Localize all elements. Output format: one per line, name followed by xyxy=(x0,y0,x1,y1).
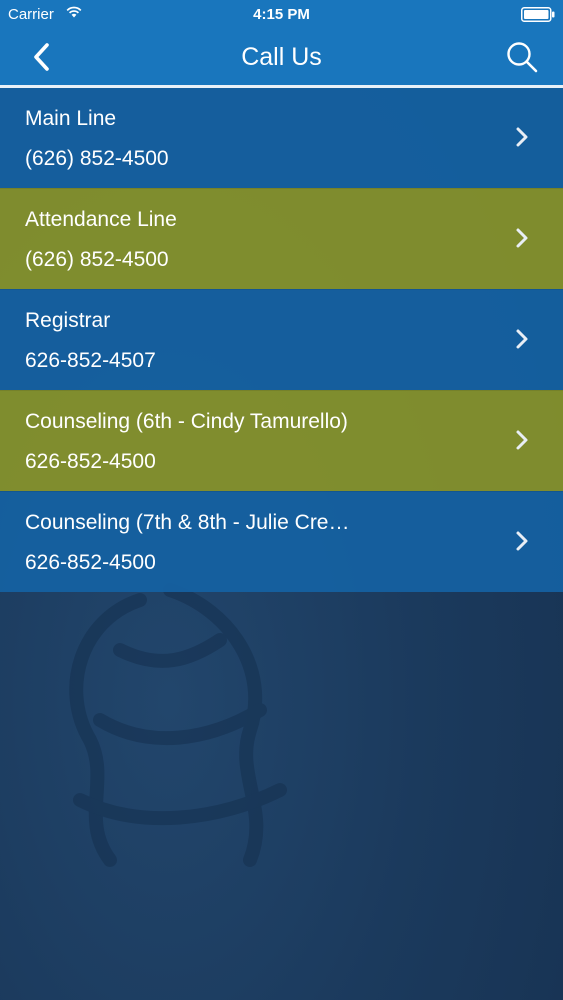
contact-phone: 626-852-4500 xyxy=(25,551,156,574)
list-item-attendance-line[interactable]: Attendance Line (626) 852-4500 xyxy=(0,188,563,289)
navigation-bar: Call Us xyxy=(0,30,563,88)
app-screen: Carrier 4:15 PM Call Us Main Line (626) … xyxy=(0,0,563,1000)
status-time: 4:15 PM xyxy=(253,6,310,23)
contact-list: Main Line (626) 852-4500 Attendance Line… xyxy=(0,88,563,592)
list-item-main-line[interactable]: Main Line (626) 852-4500 xyxy=(0,88,563,188)
contact-name: Main Line xyxy=(25,107,117,130)
contact-phone: 626-852-4500 xyxy=(25,450,156,473)
chevron-right-icon xyxy=(516,228,528,248)
contact-phone: (626) 852-4500 xyxy=(25,248,169,271)
contact-name: Attendance Line xyxy=(25,208,177,231)
chevron-right-icon xyxy=(516,531,528,551)
chevron-right-icon xyxy=(516,430,528,450)
list-item-counseling-7th-8th[interactable]: Counseling (7th & 8th - Julie Cre… 626-8… xyxy=(0,491,563,592)
list-item-counseling-6th[interactable]: Counseling (6th - Cindy Tamurello) 626-8… xyxy=(0,390,563,491)
chevron-right-icon xyxy=(516,329,528,349)
contact-phone: 626-852-4507 xyxy=(25,349,156,372)
status-bar: Carrier 4:15 PM xyxy=(0,0,563,30)
page-title: Call Us xyxy=(241,43,322,71)
contact-name: Registrar xyxy=(25,309,111,332)
mascot-background-graphic xyxy=(69,560,295,867)
search-icon[interactable] xyxy=(505,40,539,74)
chevron-right-icon xyxy=(516,127,528,147)
contact-phone: (626) 852-4500 xyxy=(25,147,169,170)
battery-icon xyxy=(521,7,555,22)
contact-name: Counseling (6th - Cindy Tamurello) xyxy=(25,410,348,433)
list-item-registrar[interactable]: Registrar 626-852-4507 xyxy=(0,289,563,390)
contact-name: Counseling (7th & 8th - Julie Cre… xyxy=(25,511,350,534)
